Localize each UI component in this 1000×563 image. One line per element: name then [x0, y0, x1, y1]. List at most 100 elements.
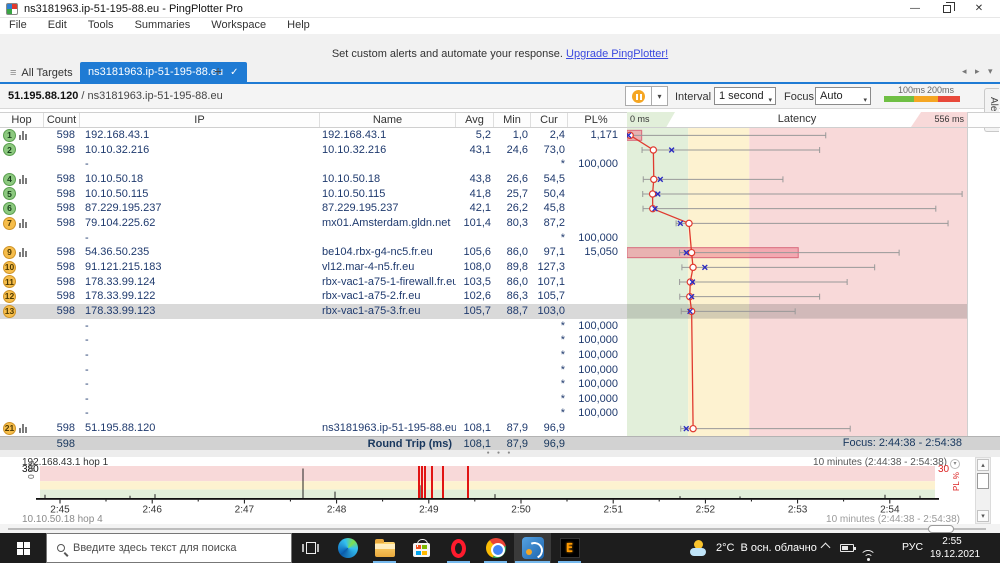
timeline-horizontal-scrollbar[interactable] [0, 524, 1000, 533]
header-ip[interactable]: IP [80, 113, 320, 127]
count-cell: 598 [56, 187, 75, 200]
hop-cell: 21 [0, 421, 44, 436]
header-pl[interactable]: PL% [568, 113, 624, 127]
start-button[interactable] [0, 533, 46, 563]
clock-widget[interactable]: 2:55 19.12.2021 [930, 535, 980, 561]
name-cell: ns3181963.ip-51-195-88.eu [322, 422, 456, 435]
menu-file[interactable]: File [9, 19, 27, 31]
count-cell: 598 [56, 290, 75, 303]
focus-select[interactable]: Auto ▾ [815, 87, 871, 105]
pause-dropdown-button[interactable]: ▾ [652, 86, 668, 106]
header-name[interactable]: Name [320, 113, 456, 127]
timeline-graph-icon[interactable] [19, 218, 27, 228]
pause-icon [632, 90, 645, 103]
upgrade-link[interactable]: Upgrade PingPlotter! [566, 48, 668, 60]
interval-select[interactable]: 1 second ▾ [714, 87, 776, 105]
tab-scroll-arrows[interactable]: ◂ ▸ ▾ [962, 66, 996, 77]
eve-launcher-button[interactable]: E [551, 533, 588, 563]
close-button[interactable]: ✕ [964, 0, 994, 18]
file-explorer-button[interactable] [366, 533, 403, 563]
pane-splitter-handle[interactable]: ● ● ● [0, 450, 1000, 457]
ip-cell: 87.229.195.237 [85, 202, 162, 215]
target-ip: 51.195.88.120 [8, 90, 79, 102]
menu-edit[interactable]: Edit [48, 19, 67, 31]
header-hop[interactable]: Hop [0, 113, 44, 127]
count-cell: 598 [56, 216, 75, 229]
hamburger-icon: ≡ [10, 67, 17, 79]
name-cell [320, 157, 456, 172]
scroll-down-arrow[interactable]: ▾ [977, 510, 989, 522]
chrome-browser-button[interactable] [477, 533, 514, 563]
scrollbar-track[interactable] [8, 528, 986, 530]
name-cell [320, 392, 456, 407]
timeline-graph-icon[interactable] [19, 174, 27, 184]
menu-workspace[interactable]: Workspace [211, 19, 266, 31]
avg-cell [456, 406, 494, 421]
latency-trace-graph[interactable] [627, 128, 967, 436]
menu-summaries[interactable]: Summaries [135, 19, 191, 31]
pl-cell: 100,000 [578, 231, 618, 244]
search-placeholder: Введите здесь текст для поиска [73, 542, 237, 554]
count-cell [44, 392, 80, 407]
ip-cell: 178.33.99.123 [85, 304, 156, 317]
name-cell: 192.168.43.1 [322, 129, 387, 141]
footer-ip-cell [80, 437, 320, 450]
timeline-graph-icon[interactable] [19, 423, 27, 433]
name-cell: rbx-vac1-a75-2.fr.eu [322, 290, 421, 303]
restore-button[interactable] [932, 0, 962, 18]
avg-cell: 42,1 [469, 202, 491, 215]
timeline-graph-icon[interactable] [19, 130, 27, 140]
name-cell [320, 348, 456, 363]
latency-graph-header: 0 ms Latency 556 ms [627, 112, 967, 128]
microsoft-store-button[interactable] [403, 533, 440, 563]
footer-label: Round Trip (ms) [367, 438, 452, 450]
cur-cell: * [560, 363, 565, 376]
legend-gradient-bar [884, 96, 960, 102]
header-cur[interactable]: Cur [531, 113, 568, 127]
pl-cell: 100,000 [578, 392, 618, 405]
menu-tools[interactable]: Tools [88, 19, 114, 31]
pingplotter-taskbar-button[interactable] [514, 533, 551, 563]
timeline-graph-icon[interactable] [19, 248, 27, 258]
opera-browser-button[interactable] [440, 533, 477, 563]
name-cell [320, 406, 456, 421]
hop-cell: 9 [0, 245, 44, 260]
new-tab-button[interactable]: + [214, 63, 222, 79]
pl-cell [568, 143, 624, 158]
hop-number-badge: 4 [3, 172, 16, 186]
interval-label: Interval [675, 91, 712, 103]
timeline-vertical-scrollbar[interactable]: ▴ ▾ [975, 457, 991, 524]
weather-icon [690, 540, 710, 556]
wifi-icon[interactable] [860, 550, 876, 562]
scroll-up-arrow[interactable]: ▴ [977, 459, 989, 471]
target-bar: 51.195.88.120 / ns3181963.ip-51-195-88.e… [0, 84, 1000, 109]
menu-help[interactable]: Help [287, 19, 310, 31]
task-view-button[interactable] [292, 533, 329, 563]
pause-button[interactable] [625, 86, 652, 106]
weather-widget[interactable]: 2°C В осн. облачно [690, 533, 817, 563]
count-cell [44, 363, 80, 378]
scrollbar-thumb[interactable] [977, 473, 989, 489]
pl-cell: 100,000 [578, 378, 618, 391]
hop-cell [0, 231, 44, 246]
scrollbar-thumb[interactable] [928, 524, 954, 533]
min-cell [494, 377, 531, 392]
header-avg[interactable]: Avg [456, 113, 494, 127]
language-indicator[interactable]: РУС [902, 541, 923, 553]
cur-cell: 97,1 [543, 246, 565, 259]
battery-icon[interactable] [840, 544, 856, 552]
latency-color-legend: 100ms 200ms [884, 85, 960, 105]
hop-cell [0, 157, 44, 172]
min-cell: 86,0 [506, 246, 528, 259]
minimize-button[interactable]: — [900, 0, 930, 18]
taskbar-search-input[interactable]: Введите здесь текст для поиска [46, 533, 292, 563]
focus-label: Focus [784, 91, 814, 103]
header-count[interactable]: Count [44, 113, 80, 127]
pl-cell [568, 187, 624, 202]
edge-browser-button[interactable] [329, 533, 366, 563]
count-cell [44, 348, 80, 363]
tray-overflow-chevron-icon[interactable] [820, 542, 831, 553]
header-min[interactable]: Min [494, 113, 531, 127]
hop-number-badge: 21 [3, 421, 16, 435]
min-cell [494, 348, 531, 363]
